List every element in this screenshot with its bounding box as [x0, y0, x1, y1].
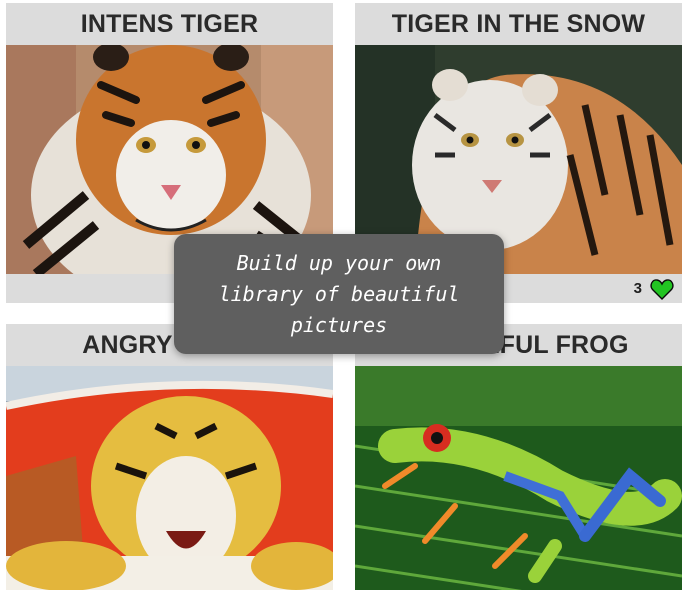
- card-title: TIGER IN THE SNOW: [391, 9, 646, 38]
- like-count: 3: [633, 280, 642, 297]
- picture-card-angry-tiger[interactable]: ANGRY TIGER: [6, 324, 333, 590]
- tooltip-text: Build up your own library of beautiful p…: [218, 250, 460, 337]
- heart-icon[interactable]: [650, 278, 674, 300]
- picture-card-colorful-frog[interactable]: COLORFUL FROG: [355, 324, 682, 590]
- info-tooltip: Build up your own library of beautiful p…: [174, 234, 504, 354]
- tree-frog-image[interactable]: [355, 366, 682, 590]
- tiger-on-boat-image[interactable]: [6, 366, 333, 590]
- card-title: INTENS TIGER: [80, 9, 259, 38]
